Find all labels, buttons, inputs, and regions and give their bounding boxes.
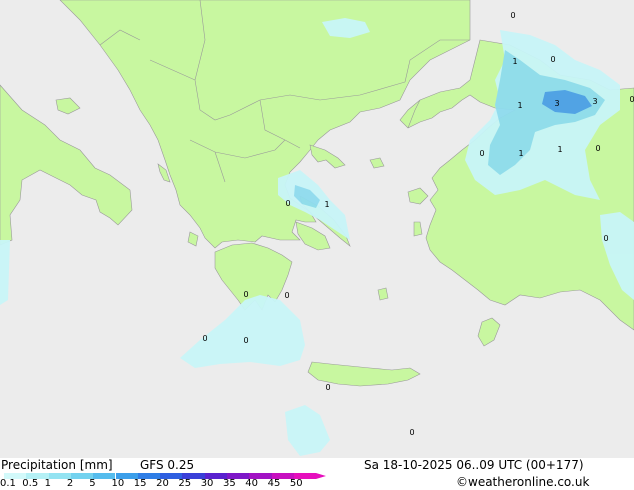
legend-tick: 10 — [111, 478, 125, 489]
label-0-east-edge: 0 — [629, 95, 634, 104]
footer-credit: ©weatheronline.co.uk — [456, 475, 590, 489]
legend-tick: 50 — [289, 478, 303, 489]
precipitation-map: 0 1 0 1 3 3 0 0 1 1 0 0 1 0 0 0 0 0 0 0 — [0, 0, 634, 458]
label-3-istanbul: 3 — [554, 99, 559, 108]
label-0-peloponnese-west: 0 — [243, 290, 248, 299]
label-0-ionian-sea-a: 0 — [202, 334, 207, 343]
legend-tick: 0.1 — [0, 478, 16, 489]
legend-tick: 0.5 — [22, 478, 39, 489]
label-0-crete-south: 0 — [325, 383, 330, 392]
legend-tick: 5 — [89, 478, 96, 489]
label-0-peloponnese-south: 0 — [284, 291, 289, 300]
label-1-anatolia-inner: 1 — [557, 145, 562, 154]
legend-tick: 2 — [66, 478, 74, 489]
label-0-anatolia-east: 0 — [595, 144, 600, 153]
footer: Precipitation [mm] GFS 0.25 Sa 18-10-202… — [0, 458, 634, 490]
label-0-libyan-sea: 0 — [409, 428, 414, 437]
legend-tick: 15 — [133, 478, 147, 489]
land-cyclades-naxos — [377, 287, 389, 301]
footer-datetime: Sa 18-10-2025 06..09 UTC (00+177) — [364, 458, 584, 472]
label-3-black-sea-east: 3 — [592, 97, 597, 106]
label-0-black-sea-coast: 0 — [550, 55, 555, 64]
label-0-marmara-south: 0 — [479, 149, 484, 158]
label-0-evia: 0 — [285, 199, 290, 208]
legend-tick: 45 — [267, 478, 281, 489]
legend-tick: 25 — [178, 478, 192, 489]
footer-title: Precipitation [mm] — [1, 458, 113, 472]
footer-model: GFS 0.25 — [140, 458, 195, 472]
legend-tick: 20 — [156, 478, 169, 489]
label-1-evia-east: 1 — [324, 200, 329, 209]
label-1-thrace: 1 — [517, 101, 522, 110]
label-1-anatolia-west: 1 — [518, 149, 523, 158]
label-0-ionian-sea-b: 0 — [243, 336, 248, 345]
legend-tick: 40 — [245, 478, 259, 489]
legend-tick: 30 — [200, 478, 214, 489]
legend-tick: 35 — [223, 478, 236, 489]
legend-arrow — [316, 473, 327, 479]
legend-tick: 1 — [44, 478, 51, 489]
label-0-north-top: 0 — [510, 11, 515, 20]
label-1-black-sea-west: 1 — [512, 57, 517, 66]
label-0-turkey-south-east: 0 — [603, 234, 608, 243]
map-canvas: 0 1 0 1 3 3 0 0 1 1 0 0 1 0 0 0 0 0 0 0 — [0, 0, 634, 458]
